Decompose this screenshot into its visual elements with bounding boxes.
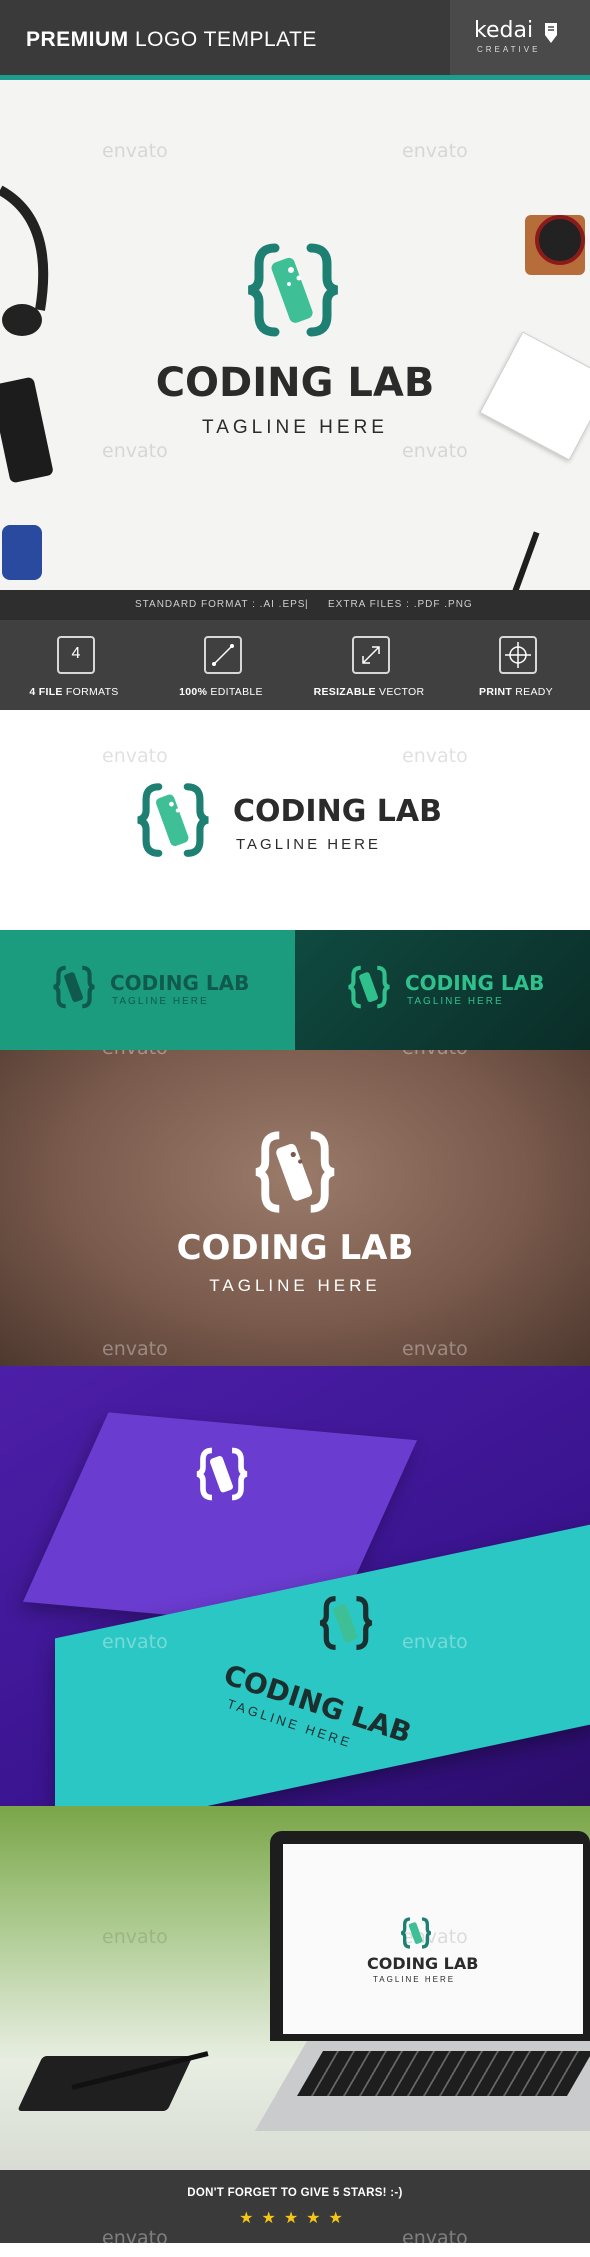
logo-name: CODING LAB <box>233 794 442 829</box>
logo-tagline: TAGLINE HERE <box>202 417 388 438</box>
standard-format: STANDARD FORMAT : .AI .EPS <box>135 599 306 610</box>
feature-label: RESIZABLE VECTOR <box>313 686 425 698</box>
teal-panel-light: CODING LAB TAGLINE HERE <box>0 930 295 1050</box>
watermark: envato <box>402 1631 468 1653</box>
logo-teal-variants: CODING LAB TAGLINE HERE CODING LAB TAGLI… <box>0 930 590 1050</box>
feature-label: 4 FILE FORMATS <box>29 686 119 698</box>
crosshair-icon <box>499 636 537 674</box>
watermark: envato <box>402 745 468 767</box>
business-card-mockup: envato envato CODING LAB TAGLINE HERE <box>0 1366 590 1806</box>
coding-lab-logo-icon <box>348 965 390 1009</box>
hero-mockup: envato envato envato envato CODING LAB T… <box>0 80 590 590</box>
logo-tagline: TAGLINE HERE <box>407 996 504 1007</box>
pen-nib-icon <box>545 23 557 43</box>
format-separator: | <box>305 599 309 610</box>
feature-label: 100% EDITABLE <box>179 686 263 698</box>
watermark: envato <box>402 2227 468 2243</box>
logo-tagline: TAGLINE HERE <box>373 1975 456 1984</box>
coding-lab-logo-icon <box>319 1596 373 1650</box>
logo-name: CODING LAB <box>155 360 435 406</box>
logo-tagline: TAGLINE HERE <box>236 836 381 853</box>
watermark: envato <box>102 1926 168 1948</box>
coding-lab-logo-icon <box>137 783 209 857</box>
features-bar: 4 4 FILE FORMATS 100% EDITABLE RESIZABLE… <box>0 620 590 710</box>
header: PREMIUM LOGO TEMPLATE kedai CREATIVE <box>0 0 590 80</box>
teal-panel-dark: CODING LAB TAGLINE HERE <box>295 930 590 1050</box>
footer-message: DON'T FORGET TO GIVE 5 STARS! :-) <box>187 2187 403 2199</box>
pen-prop <box>506 531 540 590</box>
watermark: envato <box>102 1338 168 1360</box>
watermark: envato <box>102 2227 168 2243</box>
logo-brown-variant: envato envato envato envato CODING LAB T… <box>0 1050 590 1366</box>
logo-name: CODING LAB <box>176 1228 414 1268</box>
logo-name: CODING LAB <box>110 971 250 995</box>
watermark: envato <box>102 440 168 462</box>
resize-icon <box>352 636 390 674</box>
coding-lab-logo-icon <box>255 1131 335 1213</box>
brand-sub: CREATIVE <box>477 45 541 54</box>
coffee-cup-prop <box>535 215 585 265</box>
logo-name: CODING LAB <box>367 1954 479 1973</box>
brand-name: kedai <box>474 18 534 43</box>
watermark: envato <box>402 140 468 162</box>
laptop-mockup: envato envato CODING LAB TAGLINE HERE <box>0 1806 590 2170</box>
watermark: envato <box>102 1050 168 1059</box>
coding-lab-logo-icon <box>400 1917 432 1949</box>
footer: DON'T FORGET TO GIVE 5 STARS! :-) ★★★★★ … <box>0 2170 590 2243</box>
logo-tagline: TAGLINE HERE <box>112 996 209 1007</box>
pen-cup-prop <box>2 525 42 580</box>
logo-name: CODING LAB <box>405 971 545 995</box>
extra-files: EXTRA FILES : .PDF .PNG <box>328 599 473 610</box>
laptop-keys <box>297 2051 590 2096</box>
formats-bar: STANDARD FORMAT : .AI .EPS | EXTRA FILES… <box>0 590 590 620</box>
logo-white-variant: envato envato CODING LAB TAGLINE HERE <box>0 710 590 930</box>
rating-stars[interactable]: ★★★★★ <box>0 2208 590 2228</box>
coding-lab-logo-icon <box>247 243 339 337</box>
pen-tool-icon <box>204 636 242 674</box>
watermark: envato <box>402 440 468 462</box>
coding-lab-logo-icon <box>53 965 95 1009</box>
watermark: envato <box>402 1050 468 1059</box>
headphones-icon <box>0 185 49 336</box>
header-title: PREMIUM LOGO TEMPLATE <box>26 28 317 51</box>
watermark: envato <box>402 1338 468 1360</box>
watermark: envato <box>102 1631 168 1653</box>
watermark: envato <box>102 140 168 162</box>
brand-box: kedai CREATIVE <box>450 0 590 75</box>
logo-tagline: TAGLINE HERE <box>209 1276 381 1295</box>
feature-label: PRINT READY <box>479 686 553 698</box>
file-formats-icon: 4 <box>57 636 95 674</box>
coding-lab-logo-icon <box>196 1447 248 1501</box>
watermark: envato <box>102 745 168 767</box>
